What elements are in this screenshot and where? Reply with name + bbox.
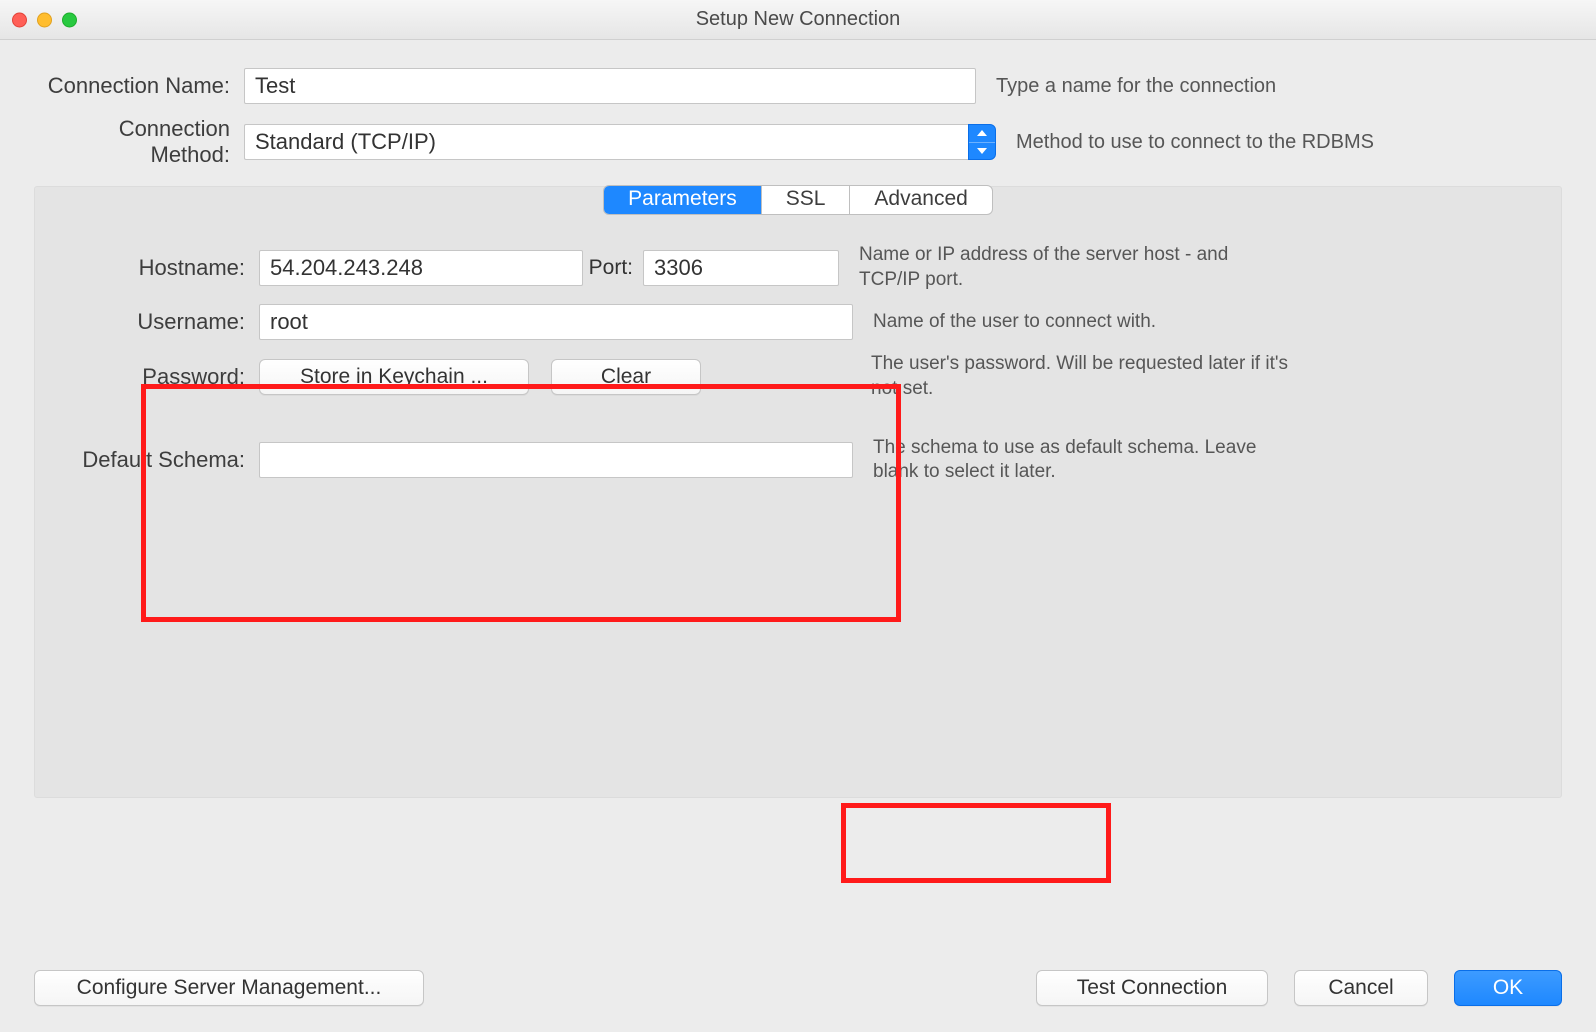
connection-name-label: Connection Name:: [34, 73, 244, 99]
configure-server-management-button[interactable]: Configure Server Management...: [34, 970, 424, 1006]
password-row: Password: Store in Keychain ... Clear Th…: [35, 352, 1551, 401]
connection-method-row: Connection Method: Standard (TCP/IP) Met…: [34, 116, 1562, 168]
store-keychain-button[interactable]: Store in Keychain ...: [259, 359, 529, 395]
hostname-label: Hostname:: [55, 255, 259, 281]
tab-parameters[interactable]: Parameters: [604, 186, 762, 214]
parameters-panel: Parameters SSL Advanced Hostname: Port: …: [34, 186, 1562, 798]
connection-name-row: Connection Name: Type a name for the con…: [34, 68, 1562, 104]
annotation-test-button-box: [841, 803, 1111, 883]
username-input[interactable]: [259, 304, 853, 340]
window-controls: [12, 12, 77, 27]
hostname-help: Name or IP address of the server host - …: [839, 243, 1279, 292]
port-label: Port:: [583, 256, 643, 280]
cancel-button[interactable]: Cancel: [1294, 970, 1428, 1006]
default-schema-label: Default Schema:: [55, 447, 259, 473]
default-schema-help: The schema to use as default schema. Lea…: [853, 436, 1293, 485]
tab-advanced[interactable]: Advanced: [850, 186, 991, 214]
port-input[interactable]: [643, 250, 839, 286]
tab-group: Parameters SSL Advanced: [603, 185, 993, 215]
connection-method-help: Method to use to connect to the RDBMS: [996, 131, 1562, 154]
test-connection-button[interactable]: Test Connection: [1036, 970, 1268, 1006]
hostname-input[interactable]: [259, 250, 583, 286]
minimize-icon[interactable]: [37, 12, 52, 27]
footer: Configure Server Management... Test Conn…: [0, 970, 1596, 1006]
username-label: Username:: [55, 309, 259, 335]
window-title: Setup New Connection: [696, 8, 901, 31]
connection-method-value: Standard (TCP/IP): [244, 124, 968, 160]
connection-method-label: Connection Method:: [34, 116, 244, 168]
tab-ssl[interactable]: SSL: [762, 186, 851, 214]
password-label: Password:: [55, 364, 259, 390]
clear-password-button[interactable]: Clear: [551, 359, 701, 395]
close-icon[interactable]: [12, 12, 27, 27]
connection-name-help: Type a name for the connection: [976, 75, 1562, 98]
chevron-up-down-icon: [968, 124, 996, 160]
zoom-icon[interactable]: [62, 12, 77, 27]
connection-name-input[interactable]: [244, 68, 976, 104]
password-help: The user's password. Will be requested l…: [851, 352, 1291, 401]
default-schema-row: Default Schema: The schema to use as def…: [35, 436, 1551, 485]
username-row: Username: Name of the user to connect wi…: [35, 304, 1551, 340]
titlebar: Setup New Connection: [0, 0, 1596, 40]
ok-button[interactable]: OK: [1454, 970, 1562, 1006]
username-help: Name of the user to connect with.: [853, 310, 1293, 335]
default-schema-input[interactable]: [259, 442, 853, 478]
hostname-row: Hostname: Port: Name or IP address of th…: [35, 243, 1551, 292]
connection-method-select[interactable]: Standard (TCP/IP): [244, 124, 996, 160]
